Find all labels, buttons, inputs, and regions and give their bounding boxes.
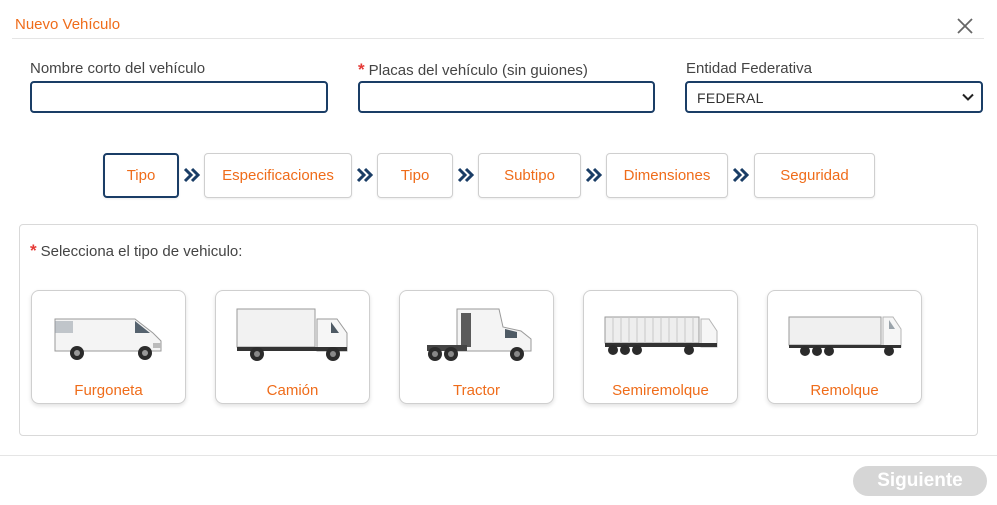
state-label: Entidad Federativa	[686, 60, 812, 77]
state-select[interactable]: FEDERAL	[685, 81, 983, 113]
step-tipo[interactable]: Tipo	[103, 153, 179, 198]
short-name-input[interactable]	[30, 81, 328, 113]
double-chevron-right-icon	[457, 167, 475, 183]
step-especificaciones[interactable]: Especificaciones	[204, 153, 352, 198]
vehicle-option-label: Semiremolque	[612, 382, 709, 399]
state-select-value: FEDERAL	[697, 90, 764, 106]
double-chevron-right-icon	[585, 167, 603, 183]
double-chevron-right-icon	[183, 167, 201, 183]
trailer-icon	[788, 316, 902, 356]
vehicle-option-remolque[interactable]: Remolque	[767, 290, 922, 404]
tractor-icon	[427, 308, 532, 361]
double-chevron-right-icon	[732, 167, 750, 183]
vehicle-option-tractor[interactable]: Tractor	[399, 290, 554, 404]
vehicle-option-label: Camión	[266, 382, 319, 399]
vehicle-option-furgoneta[interactable]: Furgoneta	[31, 290, 186, 404]
vehicle-option-label: Furgoneta	[74, 382, 143, 399]
step-seguridad[interactable]: Seguridad	[754, 153, 875, 198]
footer-divider	[0, 455, 997, 456]
double-chevron-right-icon	[356, 167, 374, 183]
semitrailer-icon	[604, 316, 718, 355]
required-mark: *	[358, 60, 365, 79]
vehicle-type-label: * Selecciona el tipo de vehiculo:	[30, 241, 243, 260]
vehicle-option-semiremolque[interactable]: Semiremolque	[583, 290, 738, 404]
short-name-label: Nombre corto del vehículo	[30, 60, 206, 77]
van-icon	[54, 318, 162, 360]
close-icon[interactable]	[955, 16, 975, 36]
vehicle-option-camion[interactable]: Camión	[215, 290, 370, 404]
plates-label: * Placas del vehículo (sin guiones)	[358, 60, 588, 79]
next-button[interactable]: Siguiente	[853, 466, 987, 496]
header-divider	[12, 38, 984, 39]
truck-icon	[236, 308, 348, 361]
required-mark: *	[30, 241, 37, 260]
vehicle-option-label: Tractor	[453, 382, 500, 399]
step-dimensiones[interactable]: Dimensiones	[606, 153, 728, 198]
modal-title: Nuevo Vehículo	[15, 16, 121, 33]
step-subtipo[interactable]: Subtipo	[478, 153, 581, 198]
chevron-down-icon	[962, 93, 974, 101]
plates-input[interactable]	[358, 81, 655, 113]
vehicle-option-label: Remolque	[810, 382, 879, 399]
step-tipo-2[interactable]: Tipo	[377, 153, 453, 198]
